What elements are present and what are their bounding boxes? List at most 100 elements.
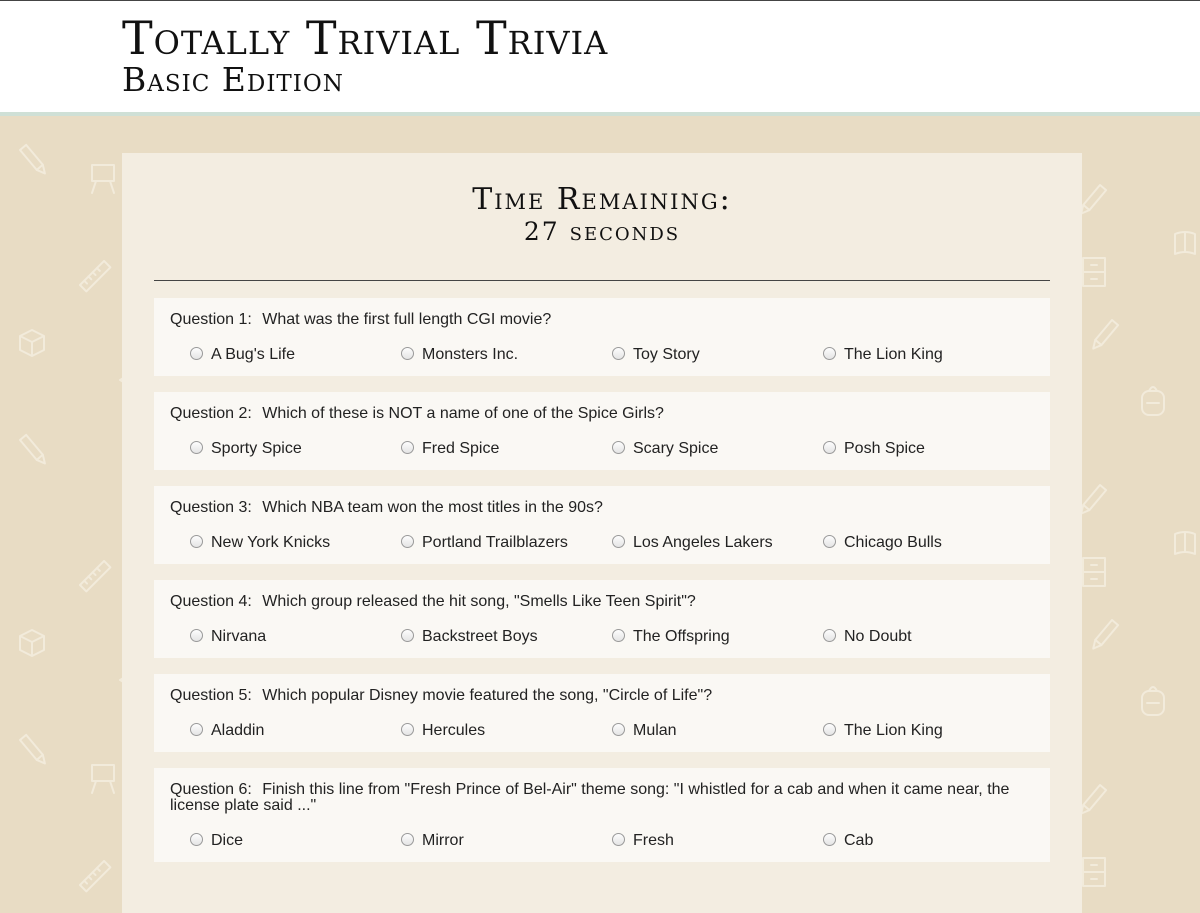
radio-button[interactable]	[401, 441, 414, 454]
cabinet-icon	[19, 329, 45, 357]
answer-options: Sporty Spice Fred Spice Scary Spice Posh…	[170, 440, 1034, 458]
answer-option[interactable]: Cab	[823, 832, 1034, 850]
answer-option[interactable]: Fresh	[612, 832, 823, 850]
answer-option[interactable]: Backstreet Boys	[401, 628, 612, 646]
answer-option[interactable]: Mirror	[401, 832, 612, 850]
radio-button[interactable]	[612, 347, 625, 360]
answer-options: A Bug's Life Monsters Inc. Toy Story The…	[170, 346, 1034, 364]
radio-button[interactable]	[612, 833, 625, 846]
answer-option[interactable]: Mulan	[612, 722, 823, 740]
radio-button[interactable]	[612, 723, 625, 736]
cabinet-icon	[1082, 557, 1106, 587]
answer-option[interactable]: Aladdin	[190, 722, 401, 740]
pencil-icon	[1080, 484, 1108, 515]
radio-button[interactable]	[823, 347, 836, 360]
answer-label: The Lion King	[844, 722, 943, 739]
pencil-icon	[1080, 184, 1108, 215]
radio-button[interactable]	[190, 629, 203, 642]
pencil-icon	[19, 143, 46, 175]
radio-button[interactable]	[401, 833, 414, 846]
answer-option[interactable]: The Offspring	[612, 628, 823, 646]
question-number: Question 5:	[170, 687, 252, 704]
answer-label: Sporty Spice	[211, 440, 302, 457]
answer-option[interactable]: Fred Spice	[401, 440, 612, 458]
answer-label: New York Knicks	[211, 534, 331, 551]
answer-label: A Bug's Life	[211, 346, 295, 363]
radio-button[interactable]	[190, 723, 203, 736]
radio-button[interactable]	[612, 535, 625, 548]
answer-option[interactable]: Hercules	[401, 722, 612, 740]
radio-button[interactable]	[823, 535, 836, 548]
radio-button[interactable]	[190, 347, 203, 360]
answer-label: The Offspring	[633, 628, 730, 645]
answer-option[interactable]: A Bug's Life	[190, 346, 401, 364]
question-prompt: Finish this line from "Fresh Prince of B…	[170, 781, 1010, 814]
question-card: Question 4: Which group released the hit…	[154, 580, 1050, 658]
site-subtitle: Basic Edition	[122, 60, 344, 99]
answer-option[interactable]: The Lion King	[823, 346, 1034, 364]
radio-button[interactable]	[401, 629, 414, 642]
question-card: Question 3: Which NBA team won the most …	[154, 486, 1050, 564]
radio-button[interactable]	[823, 833, 836, 846]
answer-option[interactable]: No Doubt	[823, 628, 1034, 646]
pencil-icon	[19, 433, 46, 465]
site-header: Totally Trivial Trivia Basic Edition	[0, 0, 1200, 116]
radio-button[interactable]	[612, 629, 625, 642]
answer-options: Dice Mirror Fresh Cab	[170, 832, 1034, 850]
cabinet-icon	[1082, 857, 1106, 887]
answer-option[interactable]: Los Angeles Lakers	[612, 534, 823, 552]
pencil-icon	[1080, 784, 1108, 815]
radio-button[interactable]	[612, 441, 625, 454]
answer-option[interactable]: Scary Spice	[612, 440, 823, 458]
answer-option[interactable]: Toy Story	[612, 346, 823, 364]
answer-option[interactable]: Chicago Bulls	[823, 534, 1034, 552]
radio-button[interactable]	[823, 441, 836, 454]
answer-option[interactable]: Posh Spice	[823, 440, 1034, 458]
answer-option[interactable]: Sporty Spice	[190, 440, 401, 458]
radio-button[interactable]	[190, 535, 203, 548]
site-title: Totally Trivial Trivia	[122, 11, 609, 65]
answer-label: Scary Spice	[633, 440, 719, 457]
answer-label: Aladdin	[211, 722, 265, 739]
question-text: Question 6: Finish this line from "Fresh…	[170, 782, 1034, 814]
answer-label: Monsters Inc.	[422, 346, 519, 363]
answer-label: Los Angeles Lakers	[633, 534, 773, 551]
divider	[154, 280, 1050, 281]
answer-option[interactable]: Monsters Inc.	[401, 346, 612, 364]
timer-unit: seconds	[569, 216, 681, 246]
answer-label: Hercules	[422, 722, 486, 739]
answer-option[interactable]: New York Knicks	[190, 534, 401, 552]
answer-option[interactable]: The Lion King	[823, 722, 1034, 740]
radio-button[interactable]	[401, 723, 414, 736]
easel-icon	[91, 164, 115, 194]
timer: Time Remaining: 27 seconds	[122, 153, 1082, 246]
question-list: Question 1: What was the first full leng…	[154, 298, 1050, 878]
question-text: Question 3: Which NBA team won the most …	[170, 500, 1034, 516]
answer-option[interactable]: Nirvana	[190, 628, 401, 646]
answer-label: Backstreet Boys	[422, 628, 538, 645]
radio-button[interactable]	[190, 441, 203, 454]
pencil-icon	[1092, 619, 1120, 650]
question-prompt: What was the first full length CGI movie…	[262, 311, 552, 328]
book-icon	[1174, 231, 1196, 255]
radio-button[interactable]	[823, 723, 836, 736]
pencil-icon	[19, 733, 46, 765]
radio-button[interactable]	[190, 833, 203, 846]
question-number: Question 3:	[170, 499, 252, 516]
question-card: Question 2: Which of these is NOT a name…	[154, 392, 1050, 470]
radio-button[interactable]	[823, 629, 836, 642]
radio-button[interactable]	[401, 347, 414, 360]
answer-option[interactable]: Portland Trailblazers	[401, 534, 612, 552]
easel-icon	[91, 764, 115, 794]
answer-label: Fred Spice	[422, 440, 500, 457]
cabinet-icon	[19, 629, 45, 657]
timer-label: Time Remaining:	[472, 182, 732, 217]
question-number: Question 1:	[170, 311, 252, 328]
answer-label: Portland Trailblazers	[422, 534, 568, 551]
question-text: Question 5: Which popular Disney movie f…	[170, 688, 1034, 704]
quiz-panel: Time Remaining: 27 seconds Question 1: W…	[122, 153, 1082, 913]
answer-option[interactable]: Dice	[190, 832, 401, 850]
radio-button[interactable]	[401, 535, 414, 548]
question-prompt: Which group released the hit song, "Smel…	[262, 593, 696, 610]
answer-label: Toy Story	[633, 346, 700, 363]
